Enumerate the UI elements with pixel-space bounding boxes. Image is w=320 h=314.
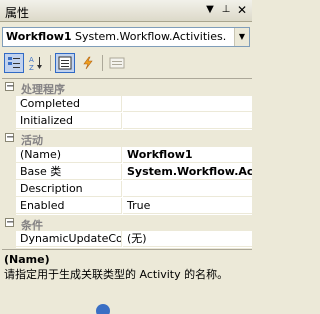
toolbar-separator (102, 55, 103, 71)
property-value[interactable]: Workflow1 (123, 147, 252, 163)
description-panel: (Name) 请指定用于生成关联类型的 Activity 的名称。 (2, 249, 252, 294)
collapse-icon[interactable]: − (5, 82, 14, 92)
property-row[interactable]: Description (2, 181, 252, 198)
property-row[interactable]: Completed (2, 96, 252, 113)
property-name: DynamicUpdateCond (16, 231, 122, 247)
property-value[interactable]: System.Workflow.Ac (123, 164, 252, 180)
category-handlers[interactable]: − 处理程序 (2, 79, 252, 96)
property-grid: − 处理程序 Completed Initialized − 活动 (Name)… (2, 78, 252, 233)
lightning-icon[interactable] (78, 53, 98, 73)
property-row[interactable]: Enabled True (2, 198, 252, 215)
collapse-icon[interactable]: − (5, 133, 14, 143)
description-text: 请指定用于生成关联类型的 Activity 的名称。 (4, 268, 229, 281)
close-icon[interactable]: ✕ (235, 3, 249, 17)
status-icon (96, 304, 110, 314)
description-title: (Name) (4, 253, 50, 266)
row-gutter (2, 147, 16, 164)
sort-az-icon[interactable]: AZ (26, 53, 46, 73)
window-title: 属性 (5, 6, 30, 20)
toolbar-separator (50, 55, 51, 71)
row-gutter (2, 164, 16, 181)
property-pages-icon[interactable] (107, 53, 127, 73)
property-name: Completed (16, 96, 122, 112)
chevron-down-icon[interactable]: ▼ (234, 28, 249, 46)
bottom-strip (0, 294, 252, 314)
property-row[interactable]: (Name) Workflow1 (2, 147, 252, 164)
row-gutter (2, 198, 16, 215)
property-row[interactable]: Initialized (2, 113, 252, 130)
property-value[interactable]: True (123, 198, 252, 214)
property-name: (Name) (16, 147, 122, 163)
svg-text:Z: Z (29, 64, 34, 71)
menu-down-icon[interactable]: ▼ (203, 3, 217, 17)
svg-text:A: A (29, 56, 34, 64)
pin-icon[interactable]: ⊥ (219, 3, 233, 17)
property-name: Enabled (16, 198, 122, 214)
row-gutter (2, 113, 16, 130)
property-name: Description (16, 181, 122, 197)
category-conditions[interactable]: − 条件 (2, 215, 252, 232)
category-activity[interactable]: − 活动 (2, 130, 252, 147)
object-type: System.Workflow.Activities. (75, 30, 227, 43)
collapse-icon[interactable]: − (5, 218, 14, 228)
property-value[interactable] (123, 113, 252, 129)
properties-icon[interactable] (55, 53, 75, 73)
categorized-icon[interactable] (4, 53, 24, 73)
property-name: Base 类 (16, 164, 122, 180)
category-label: 活动 (21, 134, 43, 147)
property-value[interactable] (123, 96, 252, 112)
object-selector[interactable]: Workflow1 System.Workflow.Activities. ▼ (2, 27, 250, 47)
row-gutter (2, 231, 16, 248)
window-titlebar: 属性 ▼ ⊥ ✕ (0, 0, 252, 22)
property-row[interactable]: DynamicUpdateCond (无) (2, 231, 252, 248)
property-toolbar: AZ (0, 51, 252, 76)
property-row[interactable]: Base 类 System.Workflow.Ac (2, 164, 252, 181)
category-label: 处理程序 (21, 83, 65, 96)
row-gutter (2, 181, 16, 198)
row-gutter (2, 96, 16, 113)
property-value[interactable]: (无) (123, 231, 252, 247)
property-value[interactable] (123, 181, 252, 197)
property-name: Initialized (16, 113, 122, 129)
object-name: Workflow1 (6, 30, 72, 43)
